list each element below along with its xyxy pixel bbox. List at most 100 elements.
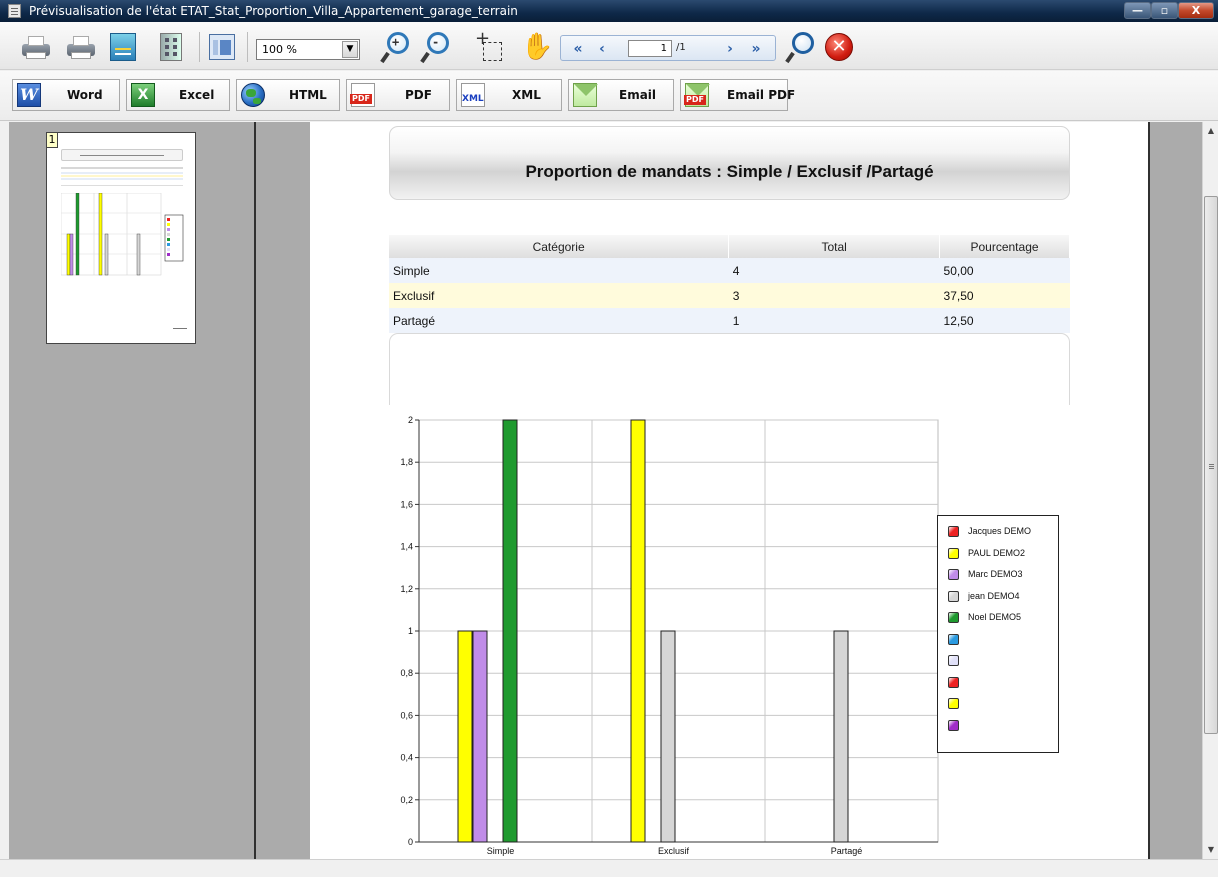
search-icon (785, 32, 815, 64)
chevron-down-icon[interactable]: ▼ (342, 41, 358, 58)
scrollbar-thumb[interactable] (1204, 196, 1218, 734)
edit-button[interactable] (106, 30, 140, 64)
scroll-up-icon[interactable]: ▲ (1205, 124, 1217, 138)
find-button[interactable] (784, 30, 818, 64)
excel-icon: X (131, 83, 155, 107)
close-icon: ✕ (825, 33, 853, 61)
zoom-out-button[interactable]: - (420, 30, 454, 64)
page-thumbnail[interactable]: 1 (46, 132, 196, 344)
next-page-button[interactable]: › (719, 39, 741, 59)
window-title: Prévisualisation de l'état ETAT_Stat_Pro… (29, 4, 518, 18)
page-number-input[interactable]: 1 (628, 40, 672, 57)
toolbar-separator (199, 32, 200, 62)
table-cell: 1 (728, 308, 940, 333)
x-tick-label: Exclusif (658, 846, 690, 856)
table-cell: Exclusif (389, 283, 729, 308)
close-window-button[interactable]: X (1178, 2, 1214, 19)
y-tick-label: 0 (408, 837, 413, 847)
export-xml-button[interactable]: XML XML (456, 79, 562, 111)
export-email-pdf-button[interactable]: PDF Email PDF (680, 79, 795, 111)
bar-noel-demo5 (502, 419, 518, 843)
first-page-button[interactable]: « (567, 39, 589, 59)
legend-swatch (948, 569, 959, 580)
table-cell: 37,50 (939, 283, 1070, 308)
previous-page-button[interactable]: ‹ (591, 39, 613, 59)
last-page-button[interactable]: » (745, 39, 767, 59)
globe-icon (241, 83, 265, 107)
pan-hand-button[interactable]: ✋ (517, 30, 553, 64)
minimize-button[interactable]: — (1124, 2, 1151, 19)
layout-panel-icon (209, 34, 235, 60)
print-button[interactable] (18, 30, 52, 64)
export-word-button[interactable]: W Word (12, 79, 120, 111)
maximize-button[interactable]: ▫ (1151, 2, 1178, 19)
legend-swatch (948, 612, 959, 623)
xml-icon: XML (461, 83, 485, 107)
y-tick-label: 1,2 (400, 584, 413, 594)
export-excel-label: Excel (179, 88, 215, 102)
export-excel-button[interactable]: X Excel (126, 79, 230, 111)
column-header: Pourcentage (939, 235, 1070, 258)
table-cell: 50,00 (939, 258, 1070, 283)
email-pdf-icon: PDF (684, 83, 710, 107)
zoom-in-icon: + (380, 32, 411, 64)
table-cell: 4 (728, 258, 940, 283)
zoom-value: 100 % (262, 43, 297, 56)
x-tick-label: Simple (487, 846, 515, 856)
y-tick-label: 0,2 (400, 795, 413, 805)
document-icon (8, 4, 21, 18)
archive-icon (160, 33, 182, 61)
thumbnails-toggle-button[interactable] (205, 30, 239, 64)
vertical-scrollbar[interactable]: ▲ ▼ (1202, 122, 1218, 859)
thumbnail-table-row (61, 178, 183, 180)
y-tick-label: 1,4 (400, 542, 413, 552)
thumbnail-table-header (61, 167, 183, 169)
preview-margin-left (254, 122, 310, 859)
export-html-button[interactable]: HTML (236, 79, 340, 111)
y-tick-label: 0,6 (400, 710, 413, 720)
export-email-pdf-label: Email PDF (727, 88, 796, 102)
export-pdf-label: PDF (405, 88, 432, 102)
column-header: Total (728, 235, 941, 258)
title-bar: Prévisualisation de l'état ETAT_Stat_Pro… (0, 0, 1218, 22)
pdf-icon: PDF (350, 83, 375, 107)
table-header-row: Catégorie Total Pourcentage (389, 235, 1070, 258)
data-table: Catégorie Total Pourcentage Simple 4 50,… (389, 235, 1070, 333)
legend-swatch (948, 633, 959, 645)
export-toolbar: W Word X Excel HTML PDF PDF XML XML Emai… (0, 71, 1218, 121)
x-tick-label: Partagé (831, 846, 863, 856)
table-cell: 12,50 (939, 308, 1070, 333)
scroll-down-icon[interactable]: ▼ (1205, 843, 1217, 857)
y-tick-label: 1 (408, 626, 413, 636)
column-header: Catégorie (389, 235, 730, 258)
chart-legend: Jacques DEMO PAUL DEMO2 Marc DEMO3 jean DEM… (937, 515, 1059, 753)
print-settings-button[interactable] (63, 30, 97, 64)
thumbnail-page-number: 1 (47, 133, 58, 148)
legend-label: Noel DEMO5 (968, 612, 1022, 622)
legend-swatch (948, 547, 959, 559)
printer-icon (20, 36, 50, 59)
bar-jean-demo4 (660, 630, 676, 843)
report-title: Proportion de mandats : Simple / Exclusi… (525, 162, 934, 181)
table-cell: Partagé (389, 308, 729, 333)
table-row: Partagé 1 12,50 (389, 308, 1070, 333)
chart-frame (389, 333, 1070, 405)
thumbnail-divider (61, 185, 183, 186)
close-preview-button[interactable]: ✕ (822, 30, 856, 64)
legend-label: jean DEMO4 (968, 590, 1020, 601)
table-cell: Simple (389, 258, 729, 283)
export-email-label: Email (619, 88, 657, 102)
thumbnail-table-row (61, 175, 183, 177)
legend-swatch (948, 655, 959, 666)
zoom-select[interactable]: 100 % ▼ (256, 39, 360, 60)
export-pdf-button[interactable]: PDF PDF (346, 79, 450, 111)
email-icon (573, 83, 598, 107)
export-email-button[interactable]: Email (568, 79, 674, 111)
table-row: Exclusif 3 37,50 (389, 283, 1070, 308)
select-area-button[interactable] (472, 28, 506, 64)
zoom-in-button[interactable]: + (380, 30, 414, 64)
report-page: Proportion de mandats : Simple / Exclusi… (310, 122, 1148, 859)
bar-paul-demo2 (457, 630, 473, 843)
printer-settings-icon (65, 36, 95, 59)
archive-button[interactable] (154, 30, 188, 64)
